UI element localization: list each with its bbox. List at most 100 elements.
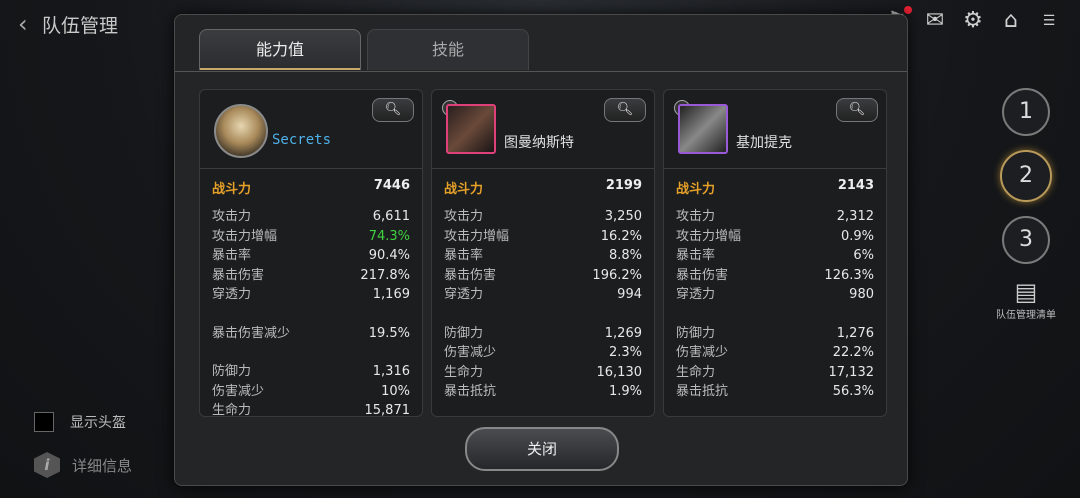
stat-value: 1,269 <box>604 325 642 341</box>
stat-value: 2.3% <box>608 345 642 360</box>
stat-row: 防御力 1,276 <box>676 324 874 344</box>
stat-group-gap <box>676 305 874 324</box>
character-cards: 🔍︎ Secrets 战斗力 7446 攻击力 6,611 攻击力增幅 74.3% 暴击… <box>199 89 887 417</box>
stat-value: 994 <box>617 287 642 302</box>
stat-row: 暴击抵抗 1.9% <box>444 382 642 402</box>
stat-label: 暴击率 <box>212 248 252 263</box>
combat-power-row: 战斗力 2199 <box>444 178 642 197</box>
stats-list: 战斗力 7446 攻击力 6,611 攻击力增幅 74.3% 暴击率 90.4% 暴击伤害 2… <box>212 178 411 417</box>
stat-value: 6% <box>853 248 874 263</box>
gear-icon[interactable]: ⚙ <box>960 8 986 34</box>
stat-value: 1.9% <box>608 384 642 399</box>
document-list-icon: ▤ <box>1014 278 1038 306</box>
stat-row: 攻击力增幅 0.9% <box>676 227 874 247</box>
stat-row: 穿透力 994 <box>444 285 642 305</box>
stat-value: 56.3% <box>832 384 874 399</box>
stat-label: 攻击力 <box>676 209 716 224</box>
stat-value: 8.8% <box>608 248 642 263</box>
magnifier-icon[interactable]: 🔍︎ <box>604 98 646 122</box>
stat-value: 126.3% <box>824 267 874 283</box>
stat-value: 16,130 <box>596 364 643 380</box>
stat-row: 生命力 15,871 <box>212 401 411 417</box>
character-name: Secrets <box>272 132 332 148</box>
show-helmet-checkbox[interactable] <box>34 412 54 432</box>
stat-label: 暴击伤害 <box>444 267 497 283</box>
character-portrait <box>214 104 268 158</box>
team-slot-3[interactable]: 3 <box>1002 216 1050 264</box>
combat-power-row: 战斗力 2143 <box>676 178 874 197</box>
chat-icon[interactable]: ✉ <box>922 8 948 34</box>
stat-row: 生命力 17,132 <box>676 363 874 383</box>
stat-label: 穿透力 <box>676 287 716 302</box>
team-roster-label: 队伍管理清单 <box>996 310 1056 321</box>
character-card: 🔍︎ ✦ 基加提克 战斗力 2143 攻击力2,312攻击力增幅0.9%暴击率6… <box>663 89 887 417</box>
stat-value: 16.2% <box>600 228 642 244</box>
stat-label: 伤害减少 <box>212 383 265 399</box>
back-arrow-icon[interactable]: ‹ <box>18 10 28 38</box>
tab-divider <box>175 71 907 72</box>
stat-value: 196.2% <box>592 267 642 283</box>
show-helmet-toggle[interactable]: 显示头盔 <box>34 412 132 432</box>
close-button[interactable]: 关闭 <box>465 427 619 471</box>
tab-skills[interactable]: 技能 <box>367 29 529 70</box>
magnifier-icon[interactable]: 🔍︎ <box>836 98 878 122</box>
top-icon-bar: ⚑ ✉ ⚙ ⌂ ☰ <box>884 6 1062 34</box>
wifi-battery-icon: ☰ <box>1042 13 1056 29</box>
monster-portrait <box>678 104 728 154</box>
stat-label: 攻击力增幅 <box>444 228 510 244</box>
stat-label: 生命力 <box>212 403 252 417</box>
stat-row: 伤害减少 2.3% <box>444 343 642 363</box>
stat-label: 生命力 <box>444 364 484 380</box>
stat-row: 攻击力增幅 16.2% <box>444 227 642 247</box>
stat-value: 15,871 <box>364 403 411 417</box>
stat-label: 暴击伤害 <box>676 267 729 283</box>
stat-label: 暴击伤害减少 <box>212 325 291 341</box>
team-roster-button[interactable]: ▤ 队伍管理清单 <box>996 278 1056 321</box>
combat-power-label: 战斗力 <box>212 182 252 197</box>
left-options: 显示头盔 i 详细信息 <box>34 412 132 478</box>
stat-row: 暴击抵抗 56.3% <box>676 382 874 402</box>
combat-power-value: 2199 <box>605 178 642 193</box>
character-name: 基加提克 <box>736 135 792 151</box>
tab-stats[interactable]: 能力值 <box>199 29 361 70</box>
modal-tabs: 能力值 技能 <box>199 29 529 70</box>
stat-label: 暴击抵抗 <box>676 384 729 399</box>
stat-row: 攻击力 2,312 <box>676 207 874 227</box>
stat-value: 22.2% <box>832 345 874 360</box>
stat-label: 暴击抵抗 <box>444 384 497 399</box>
team-slot-1[interactable]: 1 <box>1002 88 1050 136</box>
show-helmet-label: 显示头盔 <box>70 415 126 431</box>
stat-label: 暴击率 <box>676 248 716 263</box>
info-icon: i <box>34 452 60 478</box>
stat-row: 暴击率 90.4% <box>212 246 410 266</box>
stat-value: 3,250 <box>604 209 642 224</box>
divider <box>200 168 422 169</box>
stat-value: 10% <box>381 383 410 399</box>
stat-label: 暴击伤害 <box>212 267 265 283</box>
stat-value: 1,316 <box>372 364 410 379</box>
stat-label: 生命力 <box>676 364 716 380</box>
stat-group-gap <box>212 343 410 362</box>
team-slot-sidebar: 1 2 3 ▤ 队伍管理清单 <box>996 88 1056 321</box>
stat-value: 6,611 <box>372 209 410 224</box>
stat-value: 74.3% <box>368 228 410 244</box>
stat-row: 穿透力 980 <box>676 285 874 305</box>
stat-row: 攻击力 3,250 <box>444 207 642 227</box>
stat-row: 防御力 1,269 <box>444 324 642 344</box>
details-button[interactable]: i 详细信息 <box>34 452 132 478</box>
home-icon[interactable]: ⌂ <box>998 8 1024 34</box>
character-name: 图曼纳斯特 <box>504 135 574 151</box>
team-slot-2[interactable]: 2 <box>1000 150 1052 202</box>
page-title: 队伍管理 <box>42 15 119 37</box>
stat-label: 防御力 <box>212 364 252 379</box>
stat-group-gap <box>212 305 410 324</box>
stat-row: 暴击率 8.8% <box>444 246 642 266</box>
stats-modal: 能力值 技能 🔍︎ Secrets 战斗力 7446 攻击力 6,611 攻击力增幅… <box>174 14 908 486</box>
combat-power-value: 7446 <box>373 178 410 193</box>
stat-label: 攻击力 <box>444 209 484 224</box>
stat-value: 1,169 <box>372 287 410 302</box>
stat-value: 0.9% <box>840 228 874 244</box>
magnifier-icon[interactable]: 🔍︎ <box>372 98 414 122</box>
stat-group-gap <box>444 305 642 324</box>
divider <box>432 168 654 169</box>
